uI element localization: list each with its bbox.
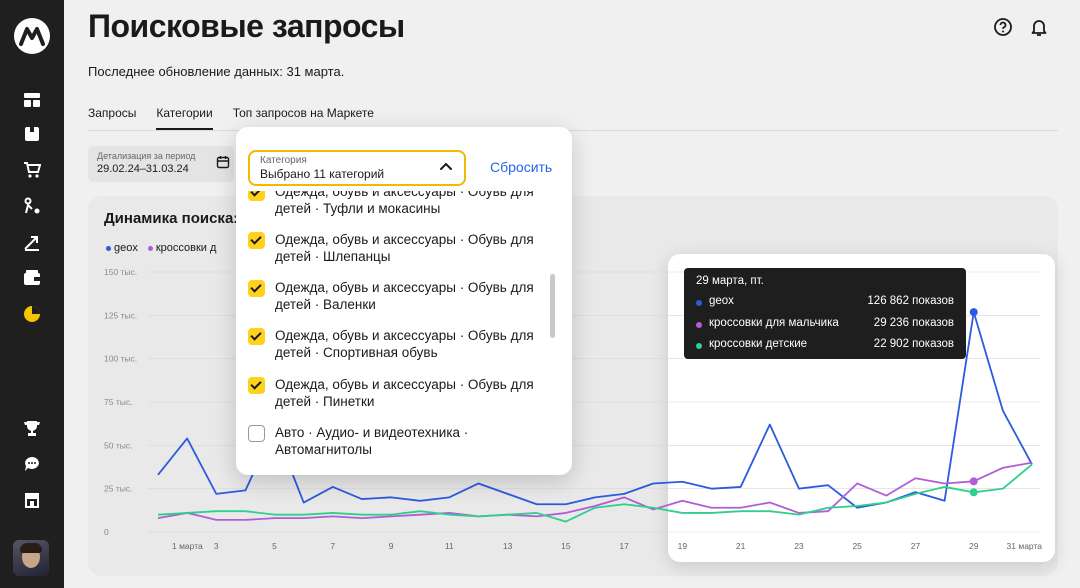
y-tick-label: 50 тыс. (104, 440, 132, 450)
y-tick-label: 125 тыс. (104, 310, 137, 320)
tooltip-series-name: кроссовки детские (709, 338, 808, 350)
y-tick-label: 0 (104, 527, 109, 537)
tooltip-series-value: 22 902 показов (873, 338, 954, 350)
y-tick-label: 25 тыс. (104, 484, 132, 494)
x-tick-label: 5 (272, 541, 277, 551)
x-tick-label: 23 (794, 541, 804, 551)
tooltip-row: кроссовки для мальчика 29 236 показов (696, 317, 954, 329)
x-tick-label: 7 (330, 541, 335, 551)
x-tick-label: 3 (214, 541, 219, 551)
category-list: Одежда, обувь и аксессуары · Обувь для д… (248, 191, 548, 463)
x-tick-label: 15 (561, 541, 571, 551)
category-item-label: Одежда, обувь и аксессуары · Обувь для д… (275, 232, 534, 264)
x-tick-label: 1 марта (172, 541, 203, 551)
list-item[interactable]: Одежда, обувь и аксессуары · Обувь для д… (248, 191, 538, 217)
checkbox-checked[interactable] (248, 232, 265, 249)
y-tick-label: 150 тыс. (104, 267, 137, 277)
x-tick-label: 19 (678, 541, 688, 551)
category-dropdown: Категория Выбрано 11 категорий Сбросить … (236, 127, 572, 475)
checkbox-checked[interactable] (248, 377, 265, 394)
tooltip-date: 29 марта, пт. (696, 275, 764, 287)
x-tick-label: 17 (619, 541, 629, 551)
checkbox-checked[interactable] (248, 280, 265, 297)
category-item-label: Авто · Аудио- и видеотехника · Автомагни… (275, 425, 469, 457)
list-item[interactable]: Одежда, обувь и аксессуары · Обувь для д… (248, 279, 538, 313)
y-tick-label: 75 тыс. (104, 397, 132, 407)
category-select-label: Категория (260, 155, 307, 166)
highlight-point (969, 308, 978, 317)
checkbox-unchecked[interactable] (248, 425, 265, 442)
category-select-value: Выбрано 11 категорий (260, 167, 385, 181)
category-select[interactable]: Категория Выбрано 11 категорий (248, 150, 466, 186)
checkbox-checked[interactable] (248, 328, 265, 345)
list-item[interactable]: Одежда, обувь и аксессуары · Обувь для д… (248, 231, 538, 265)
category-item-label: Одежда, обувь и аксессуары · Обувь для д… (275, 328, 534, 360)
list-item[interactable]: Авто · Аудио- и видеотехника · Автомагни… (248, 424, 538, 458)
highlight-point (969, 488, 978, 497)
tooltip-series-name: кроссовки для мальчика (709, 317, 839, 329)
category-item-label: Одежда, обувь и аксессуары · Обувь для д… (275, 191, 534, 216)
x-tick-label: 29 (969, 541, 979, 551)
list-scrollbar[interactable] (550, 274, 555, 338)
reset-button[interactable]: Сбросить (490, 159, 552, 175)
chevron-up-icon[interactable] (438, 159, 454, 180)
tooltip-row: кроссовки детские 22 902 показов (696, 338, 954, 350)
tooltip-series-name: geox (709, 295, 734, 307)
x-tick-label: 9 (389, 541, 394, 551)
chart-tooltip: 29 марта, пт. geox 126 862 показов кросс… (684, 268, 966, 359)
category-item-label: Одежда, обувь и аксессуары · Обувь для д… (275, 377, 534, 409)
tooltip-series-value: 29 236 показов (873, 317, 954, 329)
x-tick-label: 31 марта (1007, 541, 1043, 551)
tooltip-row: geox 126 862 показов (696, 295, 954, 307)
x-tick-label: 13 (503, 541, 513, 551)
y-tick-label: 100 тыс. (104, 354, 137, 364)
category-item-label: Одежда, обувь и аксессуары · Обувь для д… (275, 280, 534, 312)
highlight-point (969, 477, 978, 486)
x-tick-label: 11 (445, 541, 454, 551)
checkbox-checked[interactable] (248, 191, 265, 201)
tooltip-series-value: 126 862 показов (867, 295, 954, 307)
x-tick-label: 27 (911, 541, 921, 551)
list-item[interactable]: Одежда, обувь и аксессуары · Обувь для д… (248, 327, 538, 361)
list-item[interactable]: Одежда, обувь и аксессуары · Обувь для д… (248, 376, 538, 410)
x-tick-label: 21 (736, 541, 746, 551)
x-tick-label: 25 (852, 541, 862, 551)
